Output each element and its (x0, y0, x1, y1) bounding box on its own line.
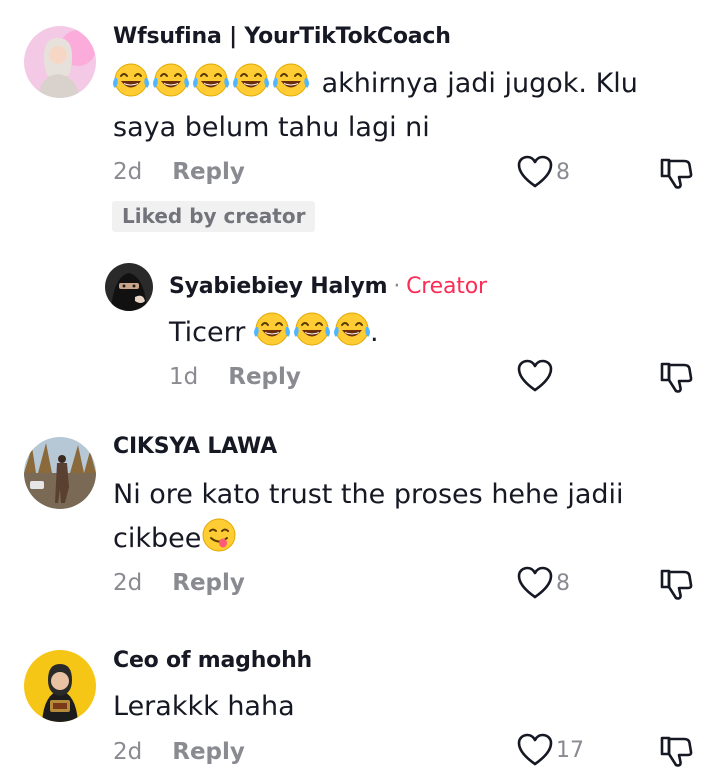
tears-of-joy-emoji (334, 311, 370, 347)
thumbs-down-icon (658, 359, 694, 395)
laughing-emoji-group (113, 68, 313, 99)
tears-of-joy-emoji (233, 62, 269, 98)
timestamp: 1d (169, 364, 199, 390)
comment-text-line1: Ni ore kato trust the proses hehe jadii (113, 479, 624, 510)
username[interactable]: Syabiebiey Halym (169, 274, 388, 299)
liked-by-creator-badge: Liked by creator (112, 201, 316, 232)
heart-outline-icon (516, 732, 554, 768)
comment-meta: 2d Reply (113, 570, 245, 596)
thumbs-down-icon (658, 566, 694, 602)
like-count: 17 (556, 737, 584, 763)
separator-dot: · (393, 274, 401, 299)
comment-text: Lerakkk haha (113, 685, 703, 729)
heart-outline-icon (516, 565, 554, 601)
like-button[interactable]: 8 (516, 154, 570, 190)
comment-item: Ceo of maghohh Lerakkk haha 2d Reply 17 (0, 635, 720, 776)
comment-meta: 2d Reply (113, 159, 245, 185)
like-count: 8 (556, 570, 570, 596)
username-row: Syabiebiey Halym · Creator (169, 274, 487, 299)
reply-button[interactable]: Reply (172, 159, 245, 185)
heart-outline-icon (516, 358, 554, 394)
dislike-button[interactable] (658, 733, 694, 769)
timestamp: 2d (113, 159, 143, 185)
avatar[interactable] (24, 650, 96, 722)
tears-of-joy-emoji (294, 311, 330, 347)
comment-meta: 1d Reply (169, 364, 301, 390)
reply-button[interactable]: Reply (172, 570, 245, 596)
laughing-emoji-group (254, 317, 370, 348)
like-button[interactable]: 17 (516, 732, 584, 768)
comment-text-line2: cikbee (113, 523, 202, 554)
tears-of-joy-emoji (193, 62, 229, 98)
dislike-button[interactable] (658, 566, 694, 602)
heart-outline-icon (516, 154, 554, 190)
comment-text-line2: saya belum tahu lagi ni (113, 112, 430, 143)
comment-text-suffix: . (369, 317, 379, 348)
avatar[interactable] (24, 26, 96, 98)
like-button[interactable] (516, 358, 554, 394)
thumbs-down-icon (658, 155, 694, 191)
dislike-button[interactable] (658, 359, 694, 395)
reply-button[interactable]: Reply (228, 364, 301, 390)
reply-button[interactable]: Reply (172, 739, 245, 765)
comment-item: CIKSYA LAWA Ni ore kato trust the proses… (0, 410, 720, 635)
tears-of-joy-emoji (153, 62, 189, 98)
username[interactable]: CIKSYA LAWA (113, 434, 277, 459)
comment-text-line1: Lerakkk haha (113, 691, 295, 722)
timestamp: 2d (113, 570, 143, 596)
comment-text-line1: akhirnya jadi jugok. Klu (321, 68, 638, 99)
comment-text: Ticerr . (169, 311, 689, 355)
like-count: 8 (556, 159, 570, 185)
comment-meta: 2d Reply (113, 739, 245, 765)
timestamp: 2d (113, 739, 143, 765)
username[interactable]: Ceo of maghohh (113, 648, 312, 673)
comment-text: akhirnya jadi jugok. Klu saya belum tahu… (113, 62, 703, 150)
username[interactable]: Wfsufina | YourTikTokCoach (113, 24, 451, 49)
face-savoring-food-emoji (201, 517, 237, 553)
tears-of-joy-emoji (273, 62, 309, 98)
thumbs-down-icon (658, 733, 694, 769)
comment-item: Wfsufina | YourTikTokCoach akhirnya jadi… (0, 0, 720, 250)
dislike-button[interactable] (658, 155, 694, 191)
avatar[interactable] (24, 437, 96, 509)
like-button[interactable]: 8 (516, 565, 570, 601)
tears-of-joy-emoji (113, 62, 149, 98)
tears-of-joy-emoji (254, 311, 290, 347)
creator-label: Creator (406, 274, 487, 299)
comment-text: Ni ore kato trust the proses hehe jadii … (113, 473, 703, 561)
reply-item: Syabiebiey Halym · Creator Ticerr . 1d Repl… (0, 250, 720, 410)
avatar[interactable] (105, 263, 153, 311)
comment-text-main: Ticerr (169, 317, 246, 348)
